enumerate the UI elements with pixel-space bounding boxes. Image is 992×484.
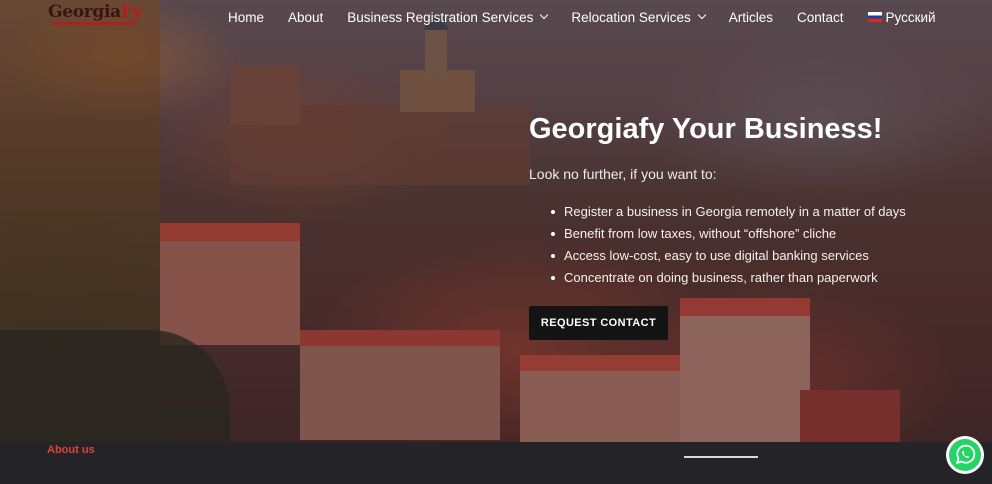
nav-home[interactable]: Home <box>228 10 264 25</box>
logo-text: Georgia <box>48 2 121 22</box>
list-item: Access low-cost, easy to use digital ban… <box>551 247 906 269</box>
list-item: Register a business in Georgia remotely … <box>551 203 906 225</box>
whatsapp-icon <box>949 439 981 471</box>
about-us-link[interactable]: About us <box>47 444 95 456</box>
nav-business-registration-services[interactable]: Business Registration Services <box>347 9 549 25</box>
nav-label: Relocation Services <box>571 9 691 25</box>
section-divider <box>684 456 758 458</box>
nav-label: About <box>288 9 324 25</box>
nav-language-russian[interactable]: Русский <box>867 9 936 25</box>
nav-relocation-services[interactable]: Relocation Services <box>571 9 706 25</box>
chevron-down-icon <box>540 10 549 20</box>
nav-contact[interactable]: Contact <box>797 10 844 25</box>
nav-label: Русский <box>885 9 936 25</box>
hero-title: Georgiafy Your Business! <box>529 113 883 145</box>
nav-label: Contact <box>796 9 844 25</box>
logo-accent-text: Fy <box>120 2 143 22</box>
logo-underline <box>52 22 136 25</box>
nav-label: Articles <box>728 9 773 25</box>
whatsapp-button[interactable] <box>946 436 984 474</box>
site-logo[interactable]: GeorgiaFy <box>48 2 143 22</box>
main-nav: Home About Business Registration Service… <box>228 8 960 26</box>
list-item: Concentrate on doing business, rather th… <box>551 269 906 291</box>
nav-label: Business Registration Services <box>347 9 534 25</box>
benefits-list: Register a business in Georgia remotely … <box>551 203 906 291</box>
hero-subtitle: Look no further, if you want to: <box>529 166 717 182</box>
request-contact-button[interactable]: REQUEST CONTACT <box>529 306 668 340</box>
nav-label: Home <box>228 9 265 25</box>
chevron-down-icon <box>697 10 706 20</box>
nav-articles[interactable]: Articles <box>729 10 773 25</box>
list-item: Benefit from low taxes, without “offshor… <box>551 225 906 247</box>
russia-flag-icon <box>867 12 882 22</box>
footer-bar <box>0 442 992 484</box>
nav-about[interactable]: About <box>288 10 323 25</box>
